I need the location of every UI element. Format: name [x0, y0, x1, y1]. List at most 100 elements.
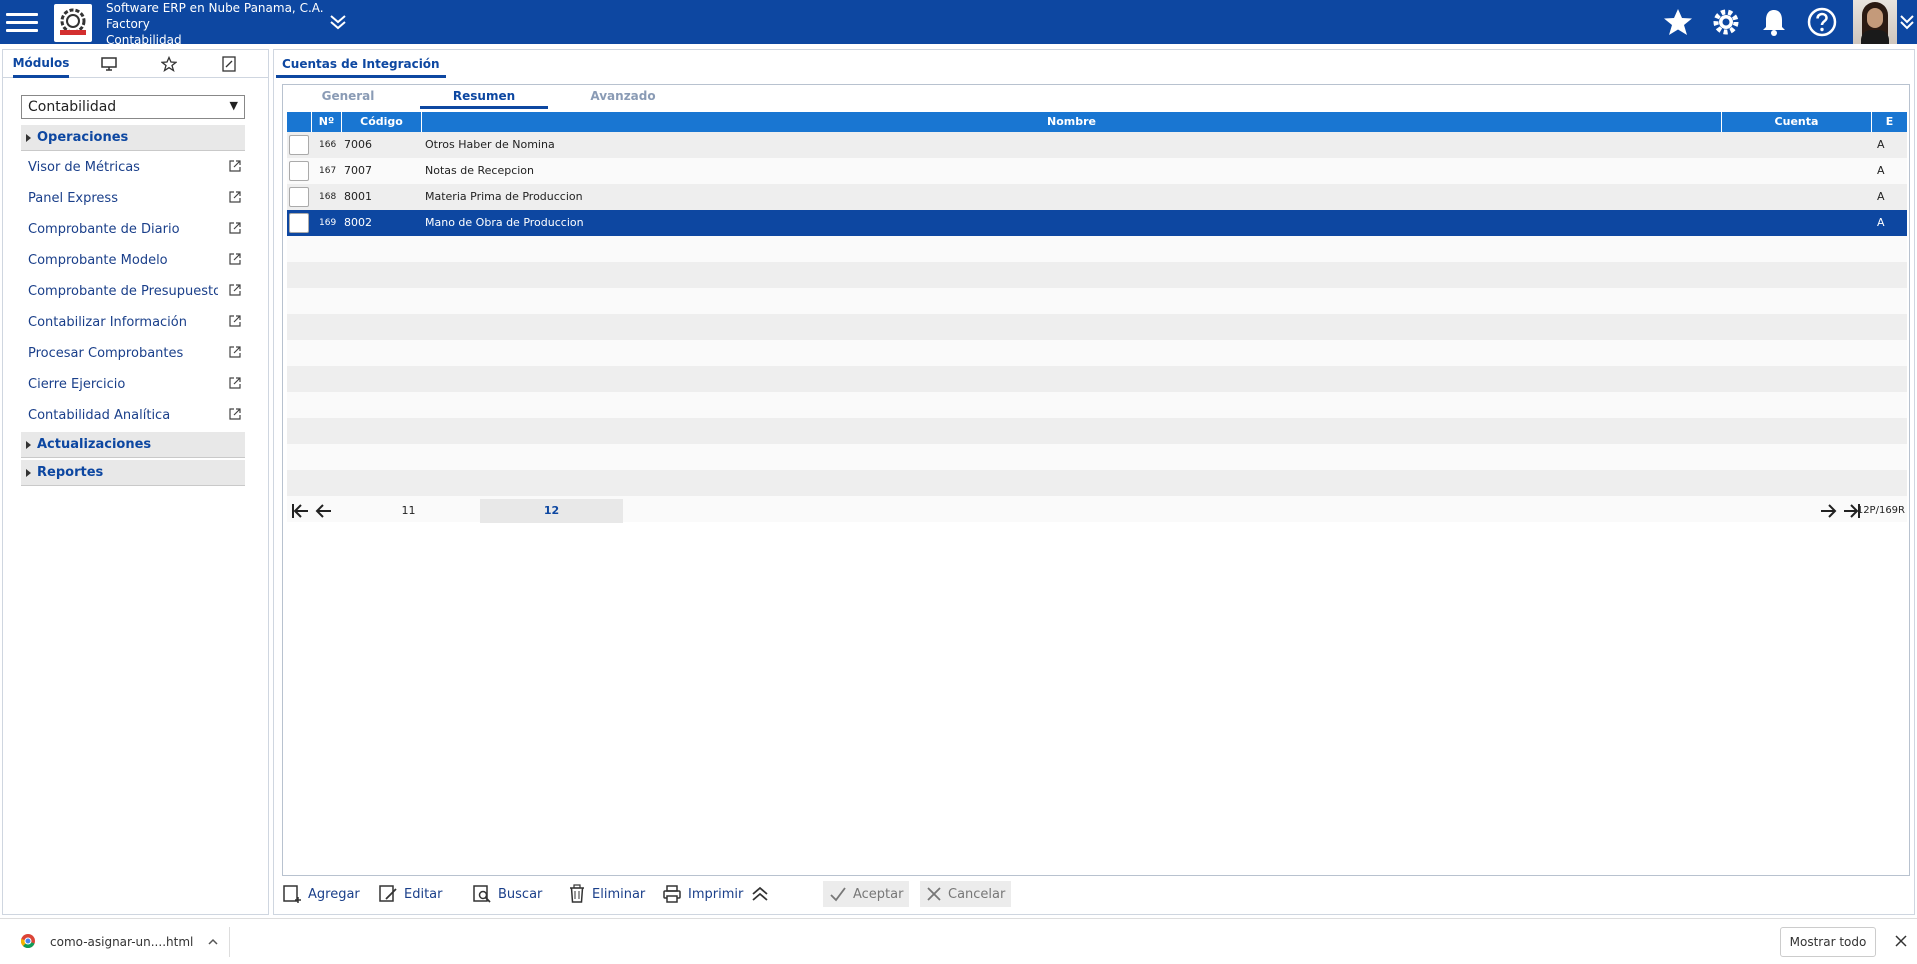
header-num[interactable]: Nº	[312, 112, 342, 132]
page-12[interactable]: 12	[480, 499, 623, 523]
tab-monitor[interactable]	[89, 50, 129, 78]
cell-nombre: Mano de Obra de Produccion	[425, 216, 584, 229]
download-bar: como-asignar-un....html Mostrar todo	[0, 918, 1917, 964]
previous-page-icon[interactable]	[313, 501, 335, 521]
sidebar-item-panel-express[interactable]: Panel Express	[28, 187, 242, 211]
star-outline-icon	[161, 56, 177, 72]
user-avatar[interactable]	[1853, 0, 1897, 44]
cancel-button-label: Cancelar	[948, 886, 1006, 902]
company-logo	[54, 4, 92, 42]
cancel-button[interactable]: Cancelar	[920, 881, 1012, 907]
external-link-icon	[229, 377, 241, 389]
sidebar-item-comprobante-modelo[interactable]: Comprobante Modelo	[28, 249, 242, 273]
module-select[interactable]: Contabilidad ▼	[21, 95, 245, 119]
cell-num: 167	[319, 166, 337, 176]
printer-icon	[663, 885, 681, 903]
settings-gear-icon[interactable]	[1710, 6, 1742, 38]
sidebar-item-procesar-comprobantes[interactable]: Procesar Comprobantes	[28, 342, 242, 366]
sidebar-item-cierre-ejercicio[interactable]: Cierre Ejercicio	[28, 373, 242, 397]
external-link-icon	[229, 191, 241, 203]
cell-nombre: Notas de Recepcion	[425, 164, 535, 177]
double-chevron-down-icon[interactable]	[326, 10, 350, 34]
download-item[interactable]: como-asignar-un....html	[14, 927, 230, 957]
page-11[interactable]: 11	[337, 499, 480, 523]
subtab-general[interactable]: General	[313, 89, 383, 109]
row-checkbox[interactable]	[289, 213, 309, 233]
edit-button[interactable]: Editar	[378, 881, 443, 907]
empty-row	[287, 288, 1907, 314]
hamburger-menu-icon[interactable]	[6, 8, 38, 36]
edit-document-icon	[222, 56, 236, 72]
sidebar-item-comprobante-diario[interactable]: Comprobante de Diario	[28, 218, 242, 242]
next-page-icon[interactable]	[1817, 501, 1839, 521]
add-button-label: Agregar	[308, 886, 360, 902]
subtab-resumen[interactable]: Resumen	[420, 89, 548, 109]
header-e[interactable]: E	[1872, 112, 1907, 132]
table-row[interactable]: 167 7007 Notas de Recepcion A	[287, 158, 1907, 184]
cell-e: A	[1877, 216, 1885, 229]
section-reportes[interactable]: Reportes	[21, 460, 245, 486]
menu-item-label: Panel Express	[28, 191, 118, 206]
close-icon[interactable]	[1893, 933, 1909, 949]
tab-cuentas-integracion[interactable]: Cuentas de Integración	[276, 50, 446, 78]
table-row-selected[interactable]: 169 8002 Mano de Obra de Produccion A	[287, 210, 1907, 236]
header-select[interactable]	[287, 112, 312, 132]
external-link-icon	[229, 160, 241, 172]
sidebar-item-visor-metricas[interactable]: Visor de Métricas	[28, 156, 242, 180]
search-button[interactable]: Buscar	[472, 881, 542, 907]
table-row[interactable]: 166 7006 Otros Haber de Nomina A	[287, 132, 1907, 158]
app-header: Software ERP en Nube Panama, C.A. Factor…	[0, 0, 1917, 47]
cell-e: A	[1877, 138, 1885, 151]
add-button[interactable]: Agregar	[282, 881, 360, 907]
favorites-star-icon[interactable]	[1662, 6, 1694, 38]
header-nombre[interactable]: Nombre	[422, 112, 1722, 132]
subtab-avanzado[interactable]: Avanzado	[583, 89, 663, 109]
double-chevron-up-icon[interactable]	[750, 885, 770, 903]
section-label: Actualizaciones	[37, 437, 152, 452]
row-checkbox[interactable]	[289, 187, 309, 207]
module-select-value: Contabilidad	[28, 99, 117, 115]
sidebar-item-contabilidad-analitica[interactable]: Contabilidad Analítica	[28, 404, 242, 428]
company-info: Software ERP en Nube Panama, C.A. Factor…	[106, 0, 324, 48]
empty-row	[287, 340, 1907, 366]
menu-item-label: Procesar Comprobantes	[28, 346, 184, 361]
section-operaciones[interactable]: Operaciones	[21, 125, 245, 151]
tab-favorites[interactable]	[149, 50, 189, 78]
double-chevron-down-icon[interactable]	[1898, 10, 1916, 34]
menu-item-label: Visor de Métricas	[28, 160, 140, 175]
chevron-up-icon[interactable]	[206, 935, 220, 949]
header-cuenta[interactable]: Cuenta	[1722, 112, 1872, 132]
cell-e: A	[1877, 164, 1885, 177]
download-file-name: como-asignar-un....html	[50, 935, 194, 949]
row-checkbox[interactable]	[289, 161, 309, 181]
help-question-icon[interactable]	[1806, 6, 1838, 38]
notifications-bell-icon[interactable]	[1758, 6, 1790, 38]
menu-item-label: Contabilidad Analítica	[28, 408, 171, 423]
pager-info: 12P/169R	[1856, 505, 1905, 516]
show-all-button[interactable]: Mostrar todo	[1780, 927, 1876, 957]
sidebar: Módulos Contabilidad ▼ Operaciones Visor…	[2, 49, 269, 915]
tab-modulos[interactable]: Módulos	[13, 50, 69, 78]
row-checkbox[interactable]	[289, 135, 309, 155]
section-actualizaciones[interactable]: Actualizaciones	[21, 432, 245, 458]
external-link-icon	[229, 408, 241, 420]
sidebar-tabs: Módulos	[3, 50, 268, 78]
pager: 11 12 12P/169R	[287, 499, 1907, 523]
action-toolbar: Agregar Editar Buscar Eliminar Imprimir …	[282, 876, 1910, 912]
empty-row	[287, 366, 1907, 392]
sidebar-item-contabilizar-informacion[interactable]: Contabilizar Información	[28, 311, 242, 335]
menu-item-label: Cierre Ejercicio	[28, 377, 126, 392]
header-codigo[interactable]: Código	[342, 112, 422, 132]
expand-triangle-icon	[26, 469, 31, 477]
tab-edit[interactable]	[209, 50, 249, 78]
main-panel: Cuentas de Integración General Resumen A…	[273, 49, 1915, 915]
table-row[interactable]: 168 8001 Materia Prima de Produccion A	[287, 184, 1907, 210]
delete-button[interactable]: Eliminar	[568, 881, 645, 907]
print-button[interactable]: Imprimir	[662, 881, 743, 907]
section-label: Reportes	[37, 465, 104, 480]
first-page-icon[interactable]	[289, 501, 311, 521]
sidebar-item-comprobante-presupuesto[interactable]: Comprobante de Presupuesto	[28, 280, 242, 304]
print-button-label: Imprimir	[688, 886, 744, 902]
environment-name: Factory	[106, 17, 150, 31]
accept-button[interactable]: Aceptar	[823, 881, 910, 907]
